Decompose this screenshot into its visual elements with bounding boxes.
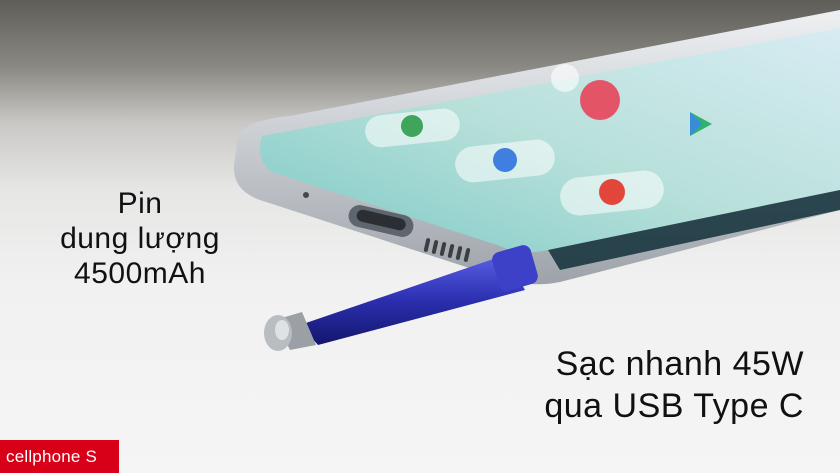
battery-caption: Pin dung lượng 4500mAh	[40, 186, 240, 291]
s-pen	[264, 245, 538, 351]
battery-caption-line-3: 4500mAh	[74, 257, 206, 290]
mic-hole	[303, 192, 309, 198]
charging-caption-line-1: Sạc nhanh 45W	[555, 345, 804, 383]
charging-caption-line-2: qua USB Type C	[544, 387, 804, 425]
battery-caption-line-1: Pin	[117, 187, 163, 220]
charging-caption: Sạc nhanh 45W qua USB Type C	[484, 343, 804, 427]
cellphones-logo: cellphone S	[0, 440, 119, 473]
product-photo: Pin dung lượng 4500mAh Sạc nhanh 45W qua…	[0, 0, 840, 473]
battery-caption-line-2: dung lượng	[60, 222, 220, 255]
